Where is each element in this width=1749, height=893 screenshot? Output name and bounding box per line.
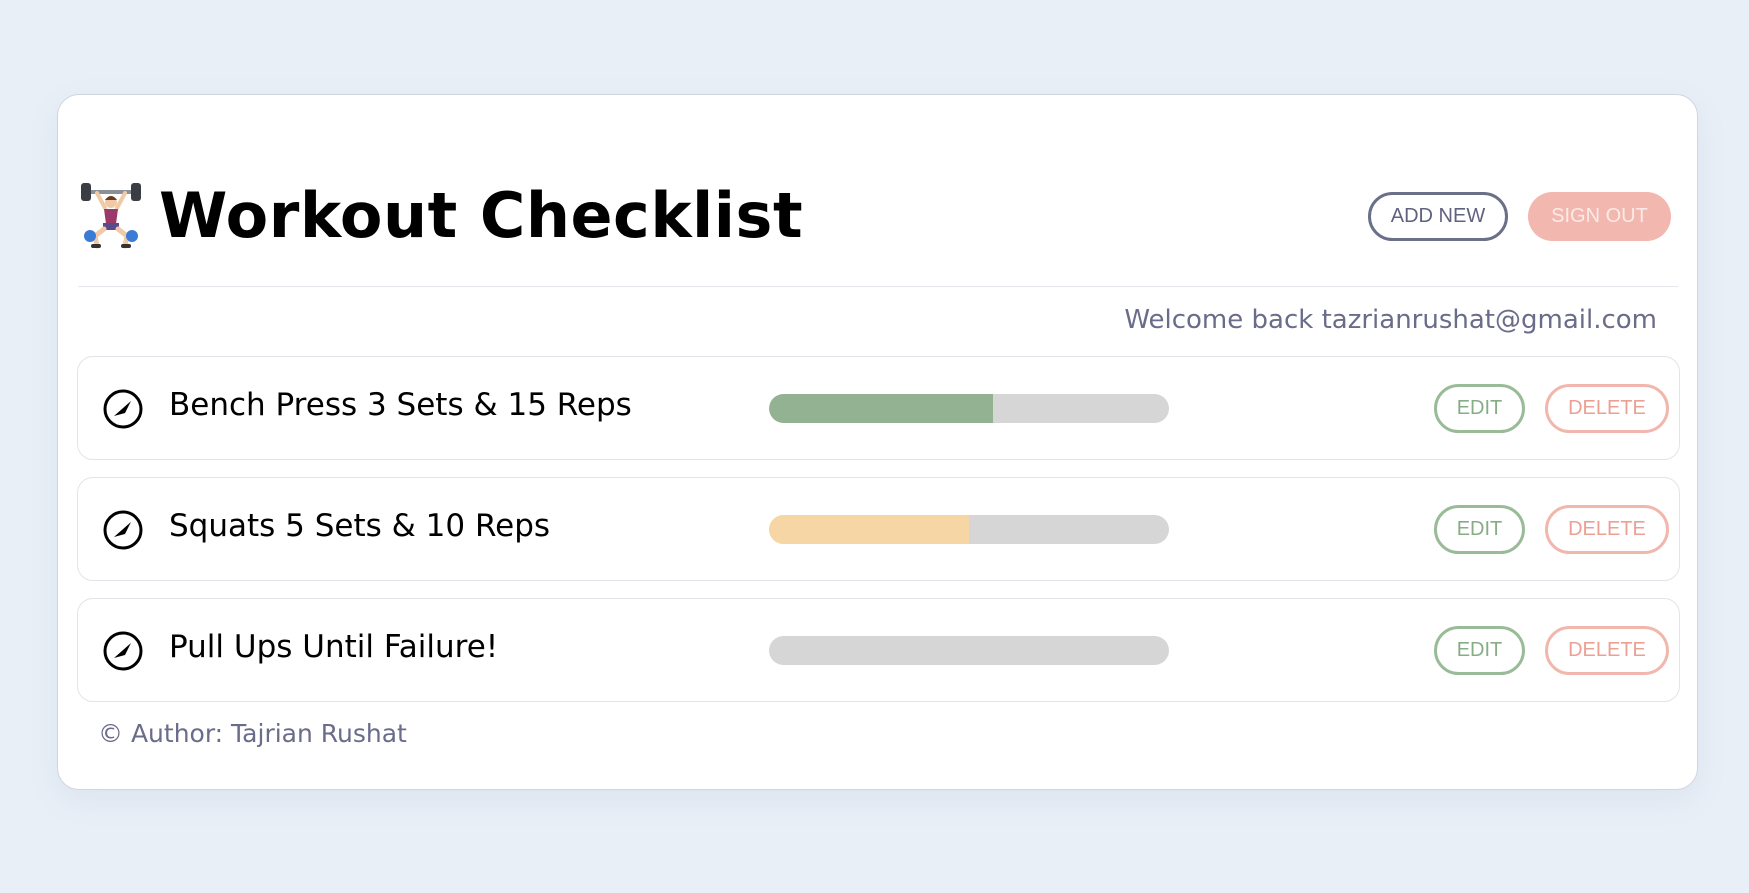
row-actions: EDIT DELETE [1434,626,1669,675]
workout-label: Pull Ups Until Failure! [169,629,499,665]
workout-row: Bench Press 3 Sets & 15 Reps EDIT DELETE [77,356,1680,460]
compass-check-icon[interactable] [102,388,144,430]
progress-bar [769,515,1169,544]
delete-button[interactable]: DELETE [1545,384,1669,433]
footer-author: © Author: Tajrian Rushat [98,719,407,748]
add-new-button[interactable]: ADD NEW [1368,192,1508,241]
sign-out-button[interactable]: SIGN OUT [1528,192,1671,241]
progress-bar [769,394,1169,423]
row-actions: EDIT DELETE [1434,384,1669,433]
progress-fill [769,394,993,423]
workout-label: Squats 5 Sets & 10 Reps [169,508,551,544]
weightlifter-icon [79,180,143,250]
workout-row: Pull Ups Until Failure! EDIT DELETE [77,598,1680,702]
title-wrap: Workout Checklist [79,165,803,265]
progress-fill [769,515,969,544]
compass-check-icon[interactable] [102,509,144,551]
progress-bar [769,636,1169,665]
workout-row: Squats 5 Sets & 10 Reps EDIT DELETE [77,477,1680,581]
workout-label: Bench Press 3 Sets & 15 Reps [169,387,632,423]
header-actions: ADD NEW SIGN OUT [1368,192,1671,241]
compass-check-icon[interactable] [102,630,144,672]
delete-button[interactable]: DELETE [1545,626,1669,675]
edit-button[interactable]: EDIT [1434,384,1525,433]
page-title: Workout Checklist [159,178,804,252]
edit-button[interactable]: EDIT [1434,505,1525,554]
checklist-card: Workout Checklist ADD NEW SIGN OUT Welco… [57,94,1698,790]
delete-button[interactable]: DELETE [1545,505,1669,554]
header: Workout Checklist ADD NEW SIGN OUT [79,165,1679,265]
welcome-text: Welcome back tazrianrushat@gmail.com [1124,305,1657,335]
edit-button[interactable]: EDIT [1434,626,1525,675]
header-divider [78,286,1678,287]
row-actions: EDIT DELETE [1434,505,1669,554]
